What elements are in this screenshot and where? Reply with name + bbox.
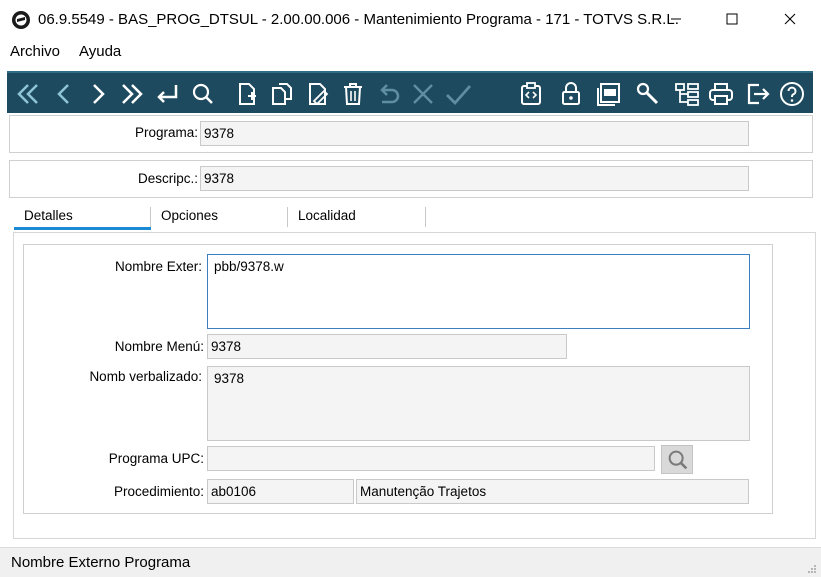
edit-icon [309, 83, 329, 106]
menu-ayuda[interactable]: Ayuda [79, 43, 121, 60]
edit-button[interactable] [304, 80, 332, 108]
delete-button[interactable] [339, 80, 367, 108]
descripcion-label: Descripc.: [137, 171, 198, 186]
undo-button[interactable] [374, 80, 402, 108]
new-document-button[interactable] [233, 80, 261, 108]
nomb-verbalizado-field[interactable]: 9378 [207, 366, 750, 441]
next-record-icon [93, 84, 105, 104]
goto-button[interactable] [153, 80, 181, 108]
programa-upc-label: Programa UPC: [108, 451, 204, 466]
confirm-icon [446, 85, 472, 106]
nombre-exter-value: pbb/9378.w [214, 259, 284, 274]
close-button[interactable] [761, 0, 819, 38]
nombre-menu-label: Nombre Menú: [114, 339, 204, 354]
tab-opciones[interactable]: Opciones [151, 206, 287, 232]
procedimiento-label: Procedimiento: [113, 484, 204, 499]
status-bar: Nombre Externo Programa [0, 547, 821, 577]
pdf-icon [597, 83, 620, 106]
lock-icon [562, 82, 580, 105]
copy-button[interactable] [268, 80, 296, 108]
code-icon [521, 82, 541, 105]
procedimiento-code-field[interactable]: ab0106 [207, 479, 354, 504]
app-logo-icon [12, 11, 30, 29]
menu-bar: Archivo Ayuda [0, 39, 821, 63]
tools-button[interactable] [634, 80, 662, 108]
next-record-button[interactable] [84, 80, 112, 108]
resize-grip-icon[interactable] [807, 564, 817, 574]
help-icon [780, 82, 804, 106]
tab-localidad[interactable]: Localidad [288, 206, 425, 232]
first-record-button[interactable] [14, 80, 42, 108]
nomb-verbalizado-label: Nomb verbalizado: [89, 369, 202, 384]
minimize-button[interactable] [647, 0, 705, 38]
print-icon [709, 83, 733, 105]
exit-button[interactable] [744, 80, 772, 108]
last-record-icon [122, 84, 143, 104]
programa-label: Programa: [134, 125, 198, 140]
nombre-menu-field[interactable]: 9378 [207, 334, 567, 359]
last-record-button[interactable] [118, 80, 146, 108]
toolbar [7, 71, 813, 113]
descripcion-field[interactable]: 9378 [200, 166, 749, 191]
search-button[interactable] [189, 80, 217, 108]
maximize-button[interactable] [703, 0, 761, 38]
close-icon [784, 13, 796, 25]
print-button[interactable] [707, 80, 735, 108]
nombre-exter-label: Nombre Exter: [114, 259, 202, 274]
programa-upc-search-button[interactable] [661, 445, 693, 474]
nombre-exter-field[interactable]: pbb/9378.w [207, 254, 750, 329]
copy-icon [272, 83, 292, 105]
confirm-button[interactable] [444, 80, 472, 108]
delete-icon [344, 83, 362, 105]
cancel-button[interactable] [409, 80, 437, 108]
menu-archivo[interactable]: Archivo [10, 43, 60, 60]
goto-icon [157, 85, 178, 103]
code-button[interactable] [517, 80, 545, 108]
procedimiento-desc-field: Manutenção Trajetos [356, 479, 749, 504]
exit-icon [747, 83, 770, 105]
previous-record-icon [57, 84, 69, 104]
programa-upc-field[interactable] [207, 446, 655, 471]
status-text: Nombre Externo Programa [11, 554, 191, 571]
minimize-icon [671, 18, 681, 20]
active-tab-indicator [14, 227, 151, 230]
previous-record-button[interactable] [50, 80, 78, 108]
tab-detalles[interactable]: Detalles [14, 206, 151, 232]
tools-icon [636, 82, 659, 105]
cancel-icon [413, 84, 433, 104]
tree-icon [675, 83, 699, 106]
maximize-icon [726, 13, 738, 25]
window-title: 06.9.5549 - BAS_PROG_DTSUL - 2.00.00.006… [38, 11, 679, 28]
search-icon [668, 450, 688, 470]
undo-icon [380, 84, 400, 104]
first-record-icon [17, 84, 38, 104]
help-button[interactable] [778, 80, 806, 108]
lock-button[interactable] [557, 80, 585, 108]
title-bar: 06.9.5549 - BAS_PROG_DTSUL - 2.00.00.006… [0, 0, 821, 38]
search-icon [192, 83, 213, 104]
programa-field[interactable]: 9378 [200, 121, 749, 146]
new-document-icon [239, 83, 256, 105]
tree-button[interactable] [673, 80, 701, 108]
pdf-button[interactable] [595, 80, 623, 108]
tab-separator [425, 207, 426, 227]
